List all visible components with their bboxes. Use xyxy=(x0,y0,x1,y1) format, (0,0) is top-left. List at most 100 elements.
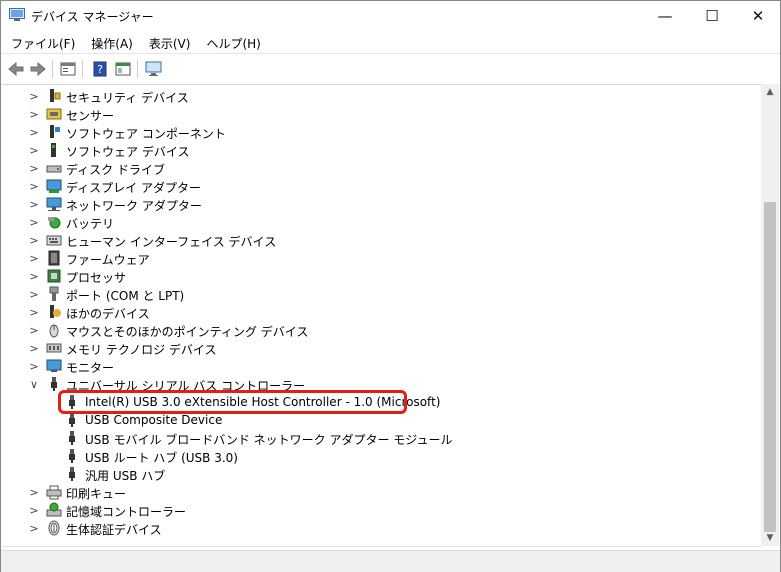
help-book-icon: ? xyxy=(93,61,107,77)
biometric-icon xyxy=(46,520,62,536)
hid-icon xyxy=(46,232,62,248)
svg-text:?: ? xyxy=(97,63,103,76)
toolbar-separator xyxy=(82,60,83,78)
tree-category-row[interactable]: > ヒューマン インターフェイス デバイス xyxy=(2,231,761,250)
usb-icon xyxy=(64,412,80,428)
forward-arrow-icon xyxy=(30,62,46,76)
device-manager-app-icon xyxy=(9,8,25,21)
toolbar-separator xyxy=(137,60,138,78)
scrollbar-thumb[interactable] xyxy=(764,202,776,532)
expand-chevron-icon[interactable]: > xyxy=(28,503,40,517)
tree-category-row[interactable]: > セキュリティ デバイス xyxy=(2,87,761,105)
tree-category-row[interactable]: > マウスとそのほかのポインティング デバイス xyxy=(2,321,761,340)
expand-chevron-icon[interactable]: > xyxy=(28,179,40,193)
port-icon xyxy=(46,286,62,302)
software-device-icon xyxy=(46,142,62,158)
title-bar[interactable]: デバイス マネージャー — ☐ ✕ xyxy=(1,1,780,31)
expand-chevron-icon[interactable]: > xyxy=(28,305,40,319)
usb-icon xyxy=(64,466,80,482)
tree-item-label: USB ルート ハブ (USB 3.0) xyxy=(85,451,238,465)
minimize-button[interactable]: — xyxy=(642,1,688,31)
tree-category-row[interactable]: > バッテリ xyxy=(2,213,761,232)
tree-category-row[interactable]: > ソフトウェア デバイス xyxy=(2,141,761,159)
tree-category-row[interactable]: > ファームウェア xyxy=(2,249,761,267)
tree-category-row[interactable]: > プロセッサ xyxy=(2,267,761,285)
expand-chevron-icon[interactable]: > xyxy=(28,107,40,121)
status-bar xyxy=(1,550,780,572)
device-tree[interactable]: > セキュリティ デバイス > センサー > ソフトウェア コンポーネント > ソフトウェア … xyxy=(2,84,761,547)
usb-device-row[interactable]: USB モバイル ブロードバンド ネットワーク アダプター モジュール xyxy=(2,429,761,447)
tree-category-row[interactable]: > ポート (COM と LPT) xyxy=(2,285,761,303)
collapse-chevron-icon[interactable]: ∨ xyxy=(28,377,40,391)
expand-chevron-icon[interactable]: > xyxy=(28,89,40,103)
device-manager-window: デバイス マネージャー — ☐ ✕ ファイル(F) 操作(A) 表示(V) ヘル… xyxy=(0,0,781,572)
help-button[interactable]: ? xyxy=(90,59,110,79)
highlight-annotation xyxy=(58,390,407,414)
scroll-down-arrow-icon[interactable]: ▼ xyxy=(761,530,779,546)
expand-chevron-icon[interactable]: > xyxy=(28,143,40,157)
close-button[interactable]: ✕ xyxy=(735,1,781,31)
tree-item-label: USB モバイル ブロードバンド ネットワーク アダプター モジュール xyxy=(85,433,453,447)
tree-item-label: ディスプレイ アダプター xyxy=(66,181,201,195)
expand-chevron-icon[interactable]: > xyxy=(28,233,40,247)
firmware-icon xyxy=(46,250,62,266)
usb-icon xyxy=(64,430,80,446)
menu-help[interactable]: ヘルプ(H) xyxy=(196,32,266,52)
back-arrow-icon xyxy=(8,62,24,76)
tree-item-label: 記憶域コントローラー xyxy=(66,505,187,519)
tree-category-row[interactable]: > ディスク ドライブ xyxy=(2,159,761,178)
scan-hardware-button[interactable] xyxy=(144,59,164,79)
other-device-icon xyxy=(46,304,62,320)
expand-chevron-icon[interactable]: > xyxy=(28,269,40,283)
expand-chevron-icon[interactable]: > xyxy=(28,215,40,229)
toolbar-separator xyxy=(52,60,53,78)
tree-item-label: ヒューマン インターフェイス デバイス xyxy=(66,235,277,249)
expand-chevron-icon[interactable]: > xyxy=(28,485,40,499)
tree-category-row[interactable]: > メモリ テクノロジ デバイス xyxy=(2,339,761,358)
tree-item-label: プロセッサ xyxy=(66,271,127,285)
tree-item-label: USB Composite Device xyxy=(85,413,223,427)
view-toggle-button[interactable] xyxy=(113,59,133,79)
tree-item-label: 生体認証デバイス xyxy=(66,523,162,537)
expand-chevron-icon[interactable]: > xyxy=(28,161,40,175)
menu-bar: ファイル(F) 操作(A) 表示(V) ヘルプ(H) xyxy=(1,32,780,52)
usb-device-row[interactable]: 汎用 USB ハブ xyxy=(2,465,761,483)
back-button[interactable] xyxy=(6,59,26,79)
close-icon: ✕ xyxy=(751,7,765,25)
properties-button[interactable] xyxy=(58,59,78,79)
disk-drive-icon xyxy=(46,160,62,176)
menu-action[interactable]: 操作(A) xyxy=(81,32,139,52)
expand-chevron-icon[interactable]: > xyxy=(28,125,40,139)
tree-category-row[interactable]: > ネットワーク アダプター xyxy=(2,195,761,213)
expand-chevron-icon[interactable]: > xyxy=(28,323,40,337)
tree-item-label: 印刷キュー xyxy=(66,487,127,501)
tree-category-row[interactable]: > 印刷キュー xyxy=(2,483,761,501)
tree-category-row[interactable]: > ディスプレイ アダプター xyxy=(2,177,761,195)
menu-file[interactable]: ファイル(F) xyxy=(1,32,81,52)
expand-chevron-icon[interactable]: > xyxy=(28,341,40,355)
expand-chevron-icon[interactable]: > xyxy=(28,521,40,535)
expand-chevron-icon[interactable]: > xyxy=(28,287,40,301)
security-device-icon xyxy=(46,88,62,104)
vertical-scrollbar[interactable]: ▲ ▼ xyxy=(761,84,779,546)
battery-icon xyxy=(46,214,62,230)
software-component-icon xyxy=(46,124,62,140)
usb-device-row[interactable]: USB ルート ハブ (USB 3.0) xyxy=(2,447,761,465)
scroll-up-arrow-icon[interactable]: ▲ xyxy=(761,84,779,100)
tree-category-row[interactable]: > 記憶域コントローラー xyxy=(2,501,761,519)
menu-view[interactable]: 表示(V) xyxy=(139,32,197,52)
expand-chevron-icon[interactable]: > xyxy=(28,197,40,211)
expand-chevron-icon[interactable]: > xyxy=(28,251,40,265)
tree-category-row[interactable]: > 生体認証デバイス xyxy=(2,519,761,537)
tree-item-label: ほかのデバイス xyxy=(66,307,150,321)
expand-chevron-icon[interactable]: > xyxy=(28,359,40,373)
tree-category-row[interactable]: > ほかのデバイス xyxy=(2,303,761,321)
maximize-button[interactable]: ☐ xyxy=(689,1,735,31)
network-adapter-icon xyxy=(46,196,62,212)
tree-category-row[interactable]: > ソフトウェア コンポーネント xyxy=(2,123,761,141)
tree-category-row[interactable]: > モニター xyxy=(2,357,761,375)
monitor-scan-icon xyxy=(145,61,162,76)
tree-category-row[interactable]: > センサー xyxy=(2,105,761,124)
usb-icon xyxy=(46,376,62,392)
forward-button[interactable] xyxy=(28,59,48,79)
